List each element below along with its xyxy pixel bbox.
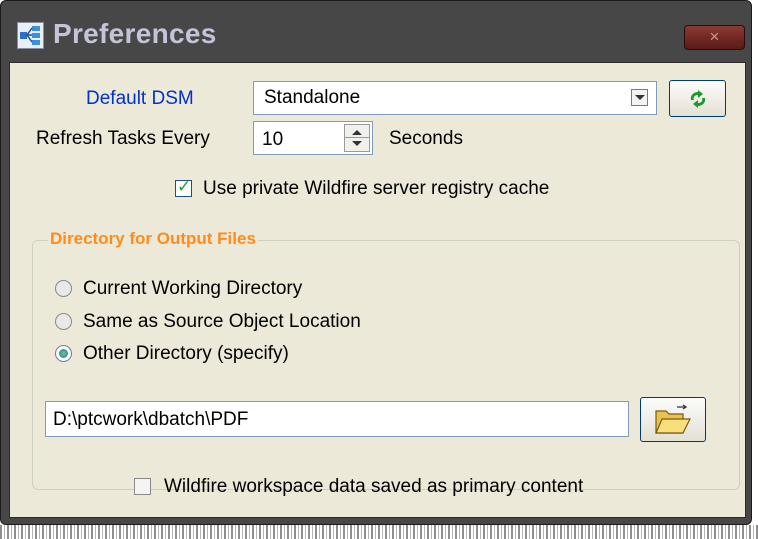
- preferences-app-icon: [17, 22, 44, 49]
- refresh-tasks-label: Refresh Tasks Every: [36, 128, 210, 149]
- registry-cache-checkbox[interactable]: [175, 177, 192, 197]
- dithered-edge: [0, 525, 758, 539]
- registry-cache-label[interactable]: Use private Wildfire server registry cac…: [203, 178, 549, 200]
- output-directory-path-input[interactable]: D:\ptcwork\dbatch\PDF: [45, 401, 629, 437]
- output-directory-group-title: Directory for Output Files: [48, 229, 258, 249]
- radio-same-as-source[interactable]: [55, 313, 72, 330]
- refresh-dsm-button[interactable]: [669, 80, 726, 117]
- chevron-down-icon[interactable]: [631, 89, 648, 106]
- refresh-arrows-icon: [690, 90, 705, 108]
- seconds-unit-label: Seconds: [389, 128, 463, 149]
- close-icon: ×: [709, 27, 720, 46]
- radio-label-current-working-directory[interactable]: Current Working Directory: [83, 278, 302, 300]
- default-dsm-label[interactable]: Default DSM: [86, 88, 194, 110]
- spin-up-icon[interactable]: [352, 130, 362, 135]
- default-dsm-dropdown[interactable]: Standalone: [253, 81, 657, 115]
- default-dsm-value: Standalone: [264, 87, 361, 108]
- open-folder-icon: [655, 404, 691, 434]
- spin-buttons[interactable]: [344, 124, 370, 152]
- close-button[interactable]: ×: [684, 25, 745, 50]
- spin-down-icon[interactable]: [352, 141, 362, 146]
- output-directory-path-value[interactable]: D:\ptcwork\dbatch\PDF: [53, 409, 248, 431]
- title-bar[interactable]: Preferences ×: [1, 1, 753, 63]
- refresh-interval-value[interactable]: 10: [262, 129, 283, 151]
- browse-folder-button[interactable]: [640, 397, 706, 442]
- radio-label-same-as-source[interactable]: Same as Source Object Location: [83, 311, 361, 333]
- refresh-interval-stepper[interactable]: 10: [253, 121, 373, 155]
- radio-label-other-directory[interactable]: Other Directory (specify): [83, 343, 289, 365]
- workspace-primary-content-checkbox[interactable]: [134, 478, 151, 495]
- window-title: Preferences: [53, 18, 217, 49]
- radio-current-working-directory[interactable]: [55, 280, 72, 297]
- workspace-primary-content-label[interactable]: Wildfire workspace data saved as primary…: [164, 476, 583, 498]
- radio-other-directory[interactable]: [55, 345, 72, 362]
